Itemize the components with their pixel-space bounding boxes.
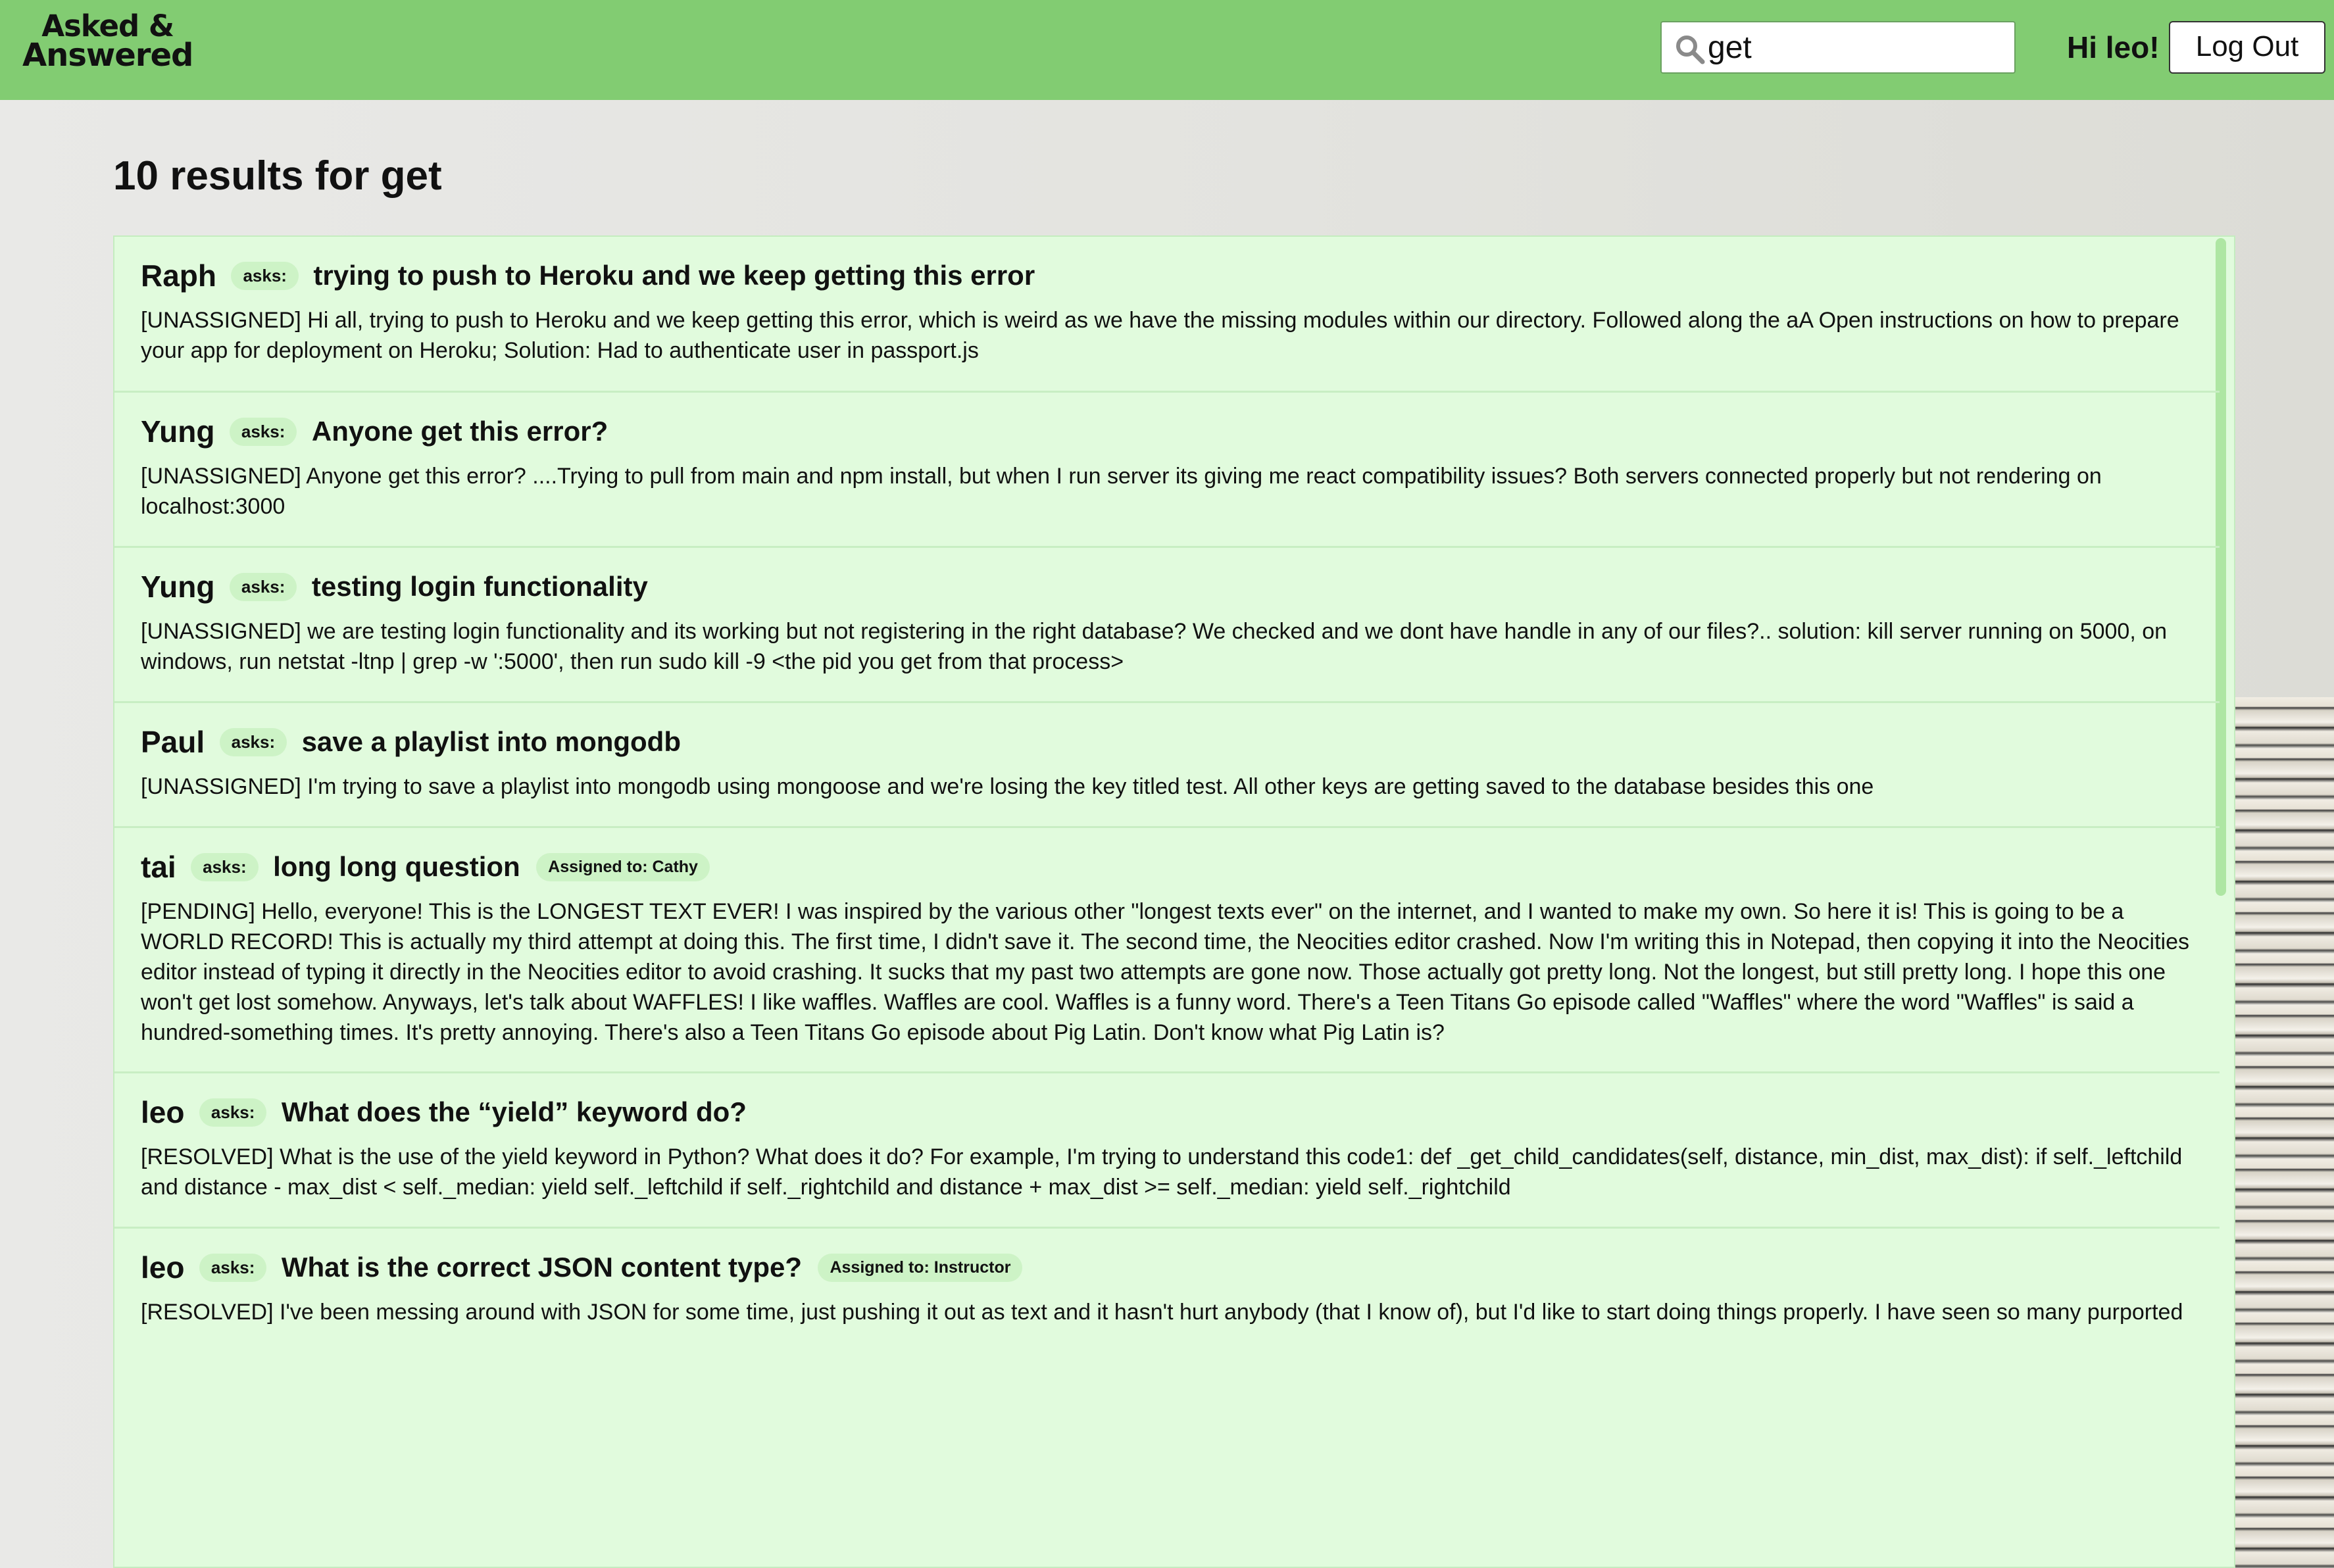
question-row[interactable]: Yung asks: testing login functionality [… xyxy=(114,548,2220,703)
search-box[interactable] xyxy=(1660,21,2016,74)
question-author[interactable]: Yung xyxy=(141,569,214,604)
app-logo[interactable]: Asked & Answered xyxy=(22,11,193,74)
question-body: [PENDING] Hello, everyone! This is the L… xyxy=(141,899,2189,1045)
question-header: Paul asks: save a playlist into mongodb xyxy=(141,724,681,764)
asks-badge: asks: xyxy=(231,261,299,290)
assigned-badge: Assigned to: Instructor xyxy=(818,1253,1023,1282)
assigned-badge: Assigned to: Cathy xyxy=(536,852,710,881)
asks-badge: asks: xyxy=(199,1098,267,1127)
question-body: [UNASSIGNED] Anyone get this error? ....… xyxy=(141,464,2102,519)
question-title[interactable]: Anyone get this error? xyxy=(312,416,608,447)
question-row[interactable]: leo asks: What does the “yield” keyword … xyxy=(114,1073,2220,1229)
question-body: [UNASSIGNED] Hi all, trying to push to H… xyxy=(141,308,2179,363)
question-row[interactable]: tai asks: long long question Assigned to… xyxy=(114,828,2220,1073)
question-author[interactable]: tai xyxy=(141,849,176,885)
question-title[interactable]: What is the correct JSON content type? xyxy=(282,1252,802,1283)
question-header: Yung asks: Anyone get this error? xyxy=(141,414,608,453)
question-author[interactable]: Paul xyxy=(141,724,205,760)
asks-badge: asks: xyxy=(199,1253,267,1282)
question-author[interactable]: Yung xyxy=(141,414,214,449)
question-header: Yung asks: testing login functionality xyxy=(141,569,648,608)
question-author[interactable]: leo xyxy=(141,1250,184,1285)
question-body: [UNASSIGNED] I'm trying to save a playli… xyxy=(141,774,1874,799)
question-header: tai asks: long long question Assigned to… xyxy=(141,849,710,889)
question-author[interactable]: Raph xyxy=(141,258,216,293)
question-title[interactable]: trying to push to Heroku and we keep get… xyxy=(313,260,1035,291)
background-books-image xyxy=(2235,697,2334,1568)
results-heading: 10 results for get xyxy=(113,153,442,199)
question-title[interactable]: save a playlist into mongodb xyxy=(302,726,681,758)
question-row[interactable]: leo asks: What is the correct JSON conte… xyxy=(114,1229,2220,1567)
asks-badge: asks: xyxy=(219,727,287,756)
question-title[interactable]: long long question xyxy=(273,851,520,883)
question-author[interactable]: leo xyxy=(141,1094,184,1130)
user-greeting: Hi leo! xyxy=(2067,30,2160,64)
question-title[interactable]: testing login functionality xyxy=(312,571,648,602)
logo-line-2: Answered xyxy=(22,37,193,74)
top-nav-bar: Asked & Answered Hi leo! Log Out xyxy=(0,0,2334,100)
question-row[interactable]: Paul asks: save a playlist into mongodb … xyxy=(114,703,2220,828)
asks-badge: asks: xyxy=(229,417,297,446)
question-header: leo asks: What does the “yield” keyword … xyxy=(141,1094,747,1134)
asks-badge: asks: xyxy=(229,572,297,601)
question-body: [RESOLVED] What is the use of the yield … xyxy=(141,1144,2183,1200)
log-out-button[interactable]: Log Out xyxy=(2169,21,2325,74)
question-title[interactable]: What does the “yield” keyword do? xyxy=(282,1096,747,1128)
results-list: Raph asks: trying to push to Heroku and … xyxy=(113,235,2235,1568)
question-row[interactable]: Raph asks: trying to push to Heroku and … xyxy=(114,237,2220,393)
question-header: Raph asks: trying to push to Heroku and … xyxy=(141,258,1035,297)
question-body: [UNASSIGNED] we are testing login functi… xyxy=(141,619,2168,674)
question-header: leo asks: What is the correct JSON conte… xyxy=(141,1250,1023,1289)
search-icon xyxy=(1676,36,1705,64)
question-row[interactable]: Yung asks: Anyone get this error? [UNASS… xyxy=(114,393,2220,548)
question-body: [RESOLVED] I've been messing around with… xyxy=(141,1300,2183,1325)
search-input[interactable] xyxy=(1708,22,2004,72)
asks-badge: asks: xyxy=(191,852,259,881)
